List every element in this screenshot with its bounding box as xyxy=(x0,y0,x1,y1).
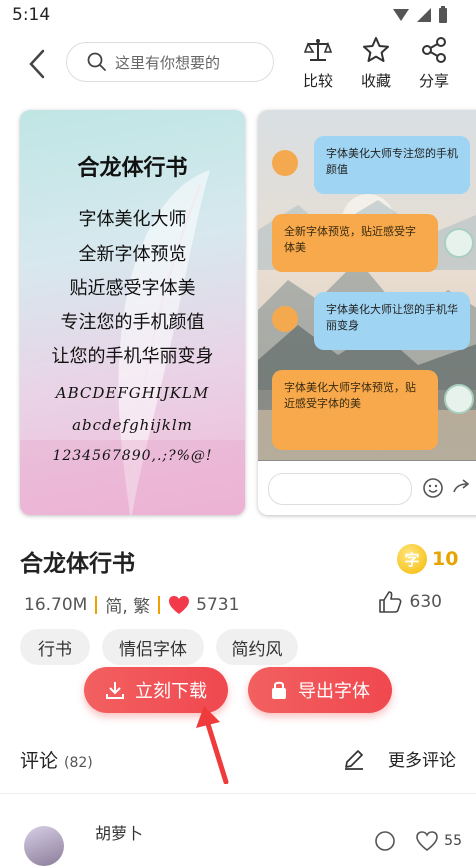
comments-actions: 更多评论 xyxy=(342,746,456,771)
tag-chip[interactable]: 行书 xyxy=(20,629,90,665)
font-title: 合龙体行书 xyxy=(20,551,135,577)
arrow-annotation xyxy=(196,706,229,784)
preview-card-text[interactable]: 合龙体行书 字体美化大师 全新字体预览 贴近感受字体美 专注您的手机颜值 让您的… xyxy=(20,110,245,515)
tag-chip[interactable]: 情侣字体 xyxy=(102,629,204,665)
download-label: 立刻下载 xyxy=(135,681,207,702)
search-input[interactable]: 这里有你想要的 xyxy=(66,42,274,82)
battery-icon xyxy=(439,6,447,23)
preview-lowercase: abcdefghijklm xyxy=(72,416,193,434)
preview-line: 让您的手机华丽变身 xyxy=(51,346,214,367)
comment-like-button[interactable]: 55 xyxy=(416,831,462,851)
compare-label: 比较 xyxy=(302,72,333,90)
reply-icon[interactable] xyxy=(374,830,396,852)
emoji-icon xyxy=(423,478,443,498)
status-bar: 5:14 xyxy=(0,0,476,34)
chat-bubble: 字体美化大师字体预览，贴近感受字体的美 xyxy=(272,370,438,450)
star-icon xyxy=(363,37,389,62)
chat-input-bar xyxy=(258,461,476,515)
export-label: 导出字体 xyxy=(298,681,370,702)
heart-outline-icon xyxy=(416,831,438,851)
charset: 简, 繁 xyxy=(105,597,151,617)
heart-icon xyxy=(169,595,190,614)
share-icon xyxy=(422,37,446,63)
download-icon xyxy=(106,682,124,699)
preview-digits: 1234567890,.;?%@! xyxy=(52,448,213,464)
search-placeholder: 这里有你想要的 xyxy=(115,53,221,72)
preview-line: 专注您的手机颜值 xyxy=(60,312,205,333)
search-icon xyxy=(87,52,106,71)
compare-button[interactable]: 比较 xyxy=(298,36,338,90)
preview-line: 贴近感受字体美 xyxy=(69,278,196,299)
chat-bubble: 全新字体预览，贴近感受字体美 xyxy=(272,214,438,272)
header: 这里有你想要的 比较 收藏 分享 xyxy=(0,34,476,94)
like-button[interactable]: 630 xyxy=(378,590,442,614)
chevron-left-icon xyxy=(29,49,45,79)
cell-signal-icon xyxy=(417,8,431,22)
preview-line: 全新字体预览 xyxy=(78,244,187,265)
avatar[interactable] xyxy=(24,826,64,866)
signal-icon xyxy=(393,9,409,21)
back-button[interactable] xyxy=(22,46,52,82)
font-meta: 16.70M 简, 繁 5731 xyxy=(24,592,240,618)
heart-count: 5731 xyxy=(196,594,240,615)
chat-avatar-icon xyxy=(444,384,474,414)
preview-uppercase: ABCDEFGHIJKLM xyxy=(55,384,210,402)
send-icon xyxy=(453,479,470,493)
chat-avatar-icon xyxy=(272,306,298,332)
meta-separator xyxy=(158,595,161,614)
chat-input xyxy=(268,473,412,505)
more-comments-link[interactable]: 更多评论 xyxy=(388,746,456,771)
comments-header: 评论 (82) xyxy=(20,746,93,773)
chat-bubble: 字体美化大师让您的手机华丽变身 xyxy=(314,292,470,350)
comment-like-count: 55 xyxy=(444,833,462,849)
favorite-button[interactable]: 收藏 xyxy=(356,36,396,90)
meta-separator xyxy=(95,595,98,614)
comments-title: 评论 xyxy=(20,750,59,772)
preview-card-chat[interactable]: 字体美化大师专注您的手机颜值 全新字体预览，贴近感受字体美 字体美化大师让您的手… xyxy=(258,110,476,515)
chat-bubble: 字体美化大师专注您的手机颜值 xyxy=(314,136,470,194)
status-icons xyxy=(392,6,448,24)
preview-title: 合龙体行书 xyxy=(77,155,188,181)
comments-count: (82) xyxy=(64,755,93,771)
tag-chip[interactable]: 简约风 xyxy=(216,629,298,665)
scale-icon xyxy=(303,39,333,61)
edit-icon[interactable] xyxy=(342,747,366,771)
chat-avatar-icon xyxy=(444,228,474,258)
preview-line: 字体美化大师 xyxy=(78,209,187,230)
file-size: 16.70M xyxy=(24,594,88,615)
favorite-label: 收藏 xyxy=(360,72,391,90)
thumbs-up-icon xyxy=(378,591,401,613)
like-count: 630 xyxy=(409,592,442,612)
share-button[interactable]: 分享 xyxy=(414,36,454,90)
comment-username[interactable]: 胡萝卜 xyxy=(95,820,143,844)
export-font-button[interactable]: 导出字体 xyxy=(248,667,392,713)
comment-actions: 55 xyxy=(374,830,462,852)
divider xyxy=(0,793,476,794)
price-value: 10 xyxy=(432,548,459,570)
share-label: 分享 xyxy=(418,72,449,90)
chat-avatar-icon xyxy=(272,150,298,176)
coin-icon: 字 xyxy=(397,544,427,574)
lock-icon xyxy=(272,681,286,699)
status-time: 5:14 xyxy=(12,5,51,25)
